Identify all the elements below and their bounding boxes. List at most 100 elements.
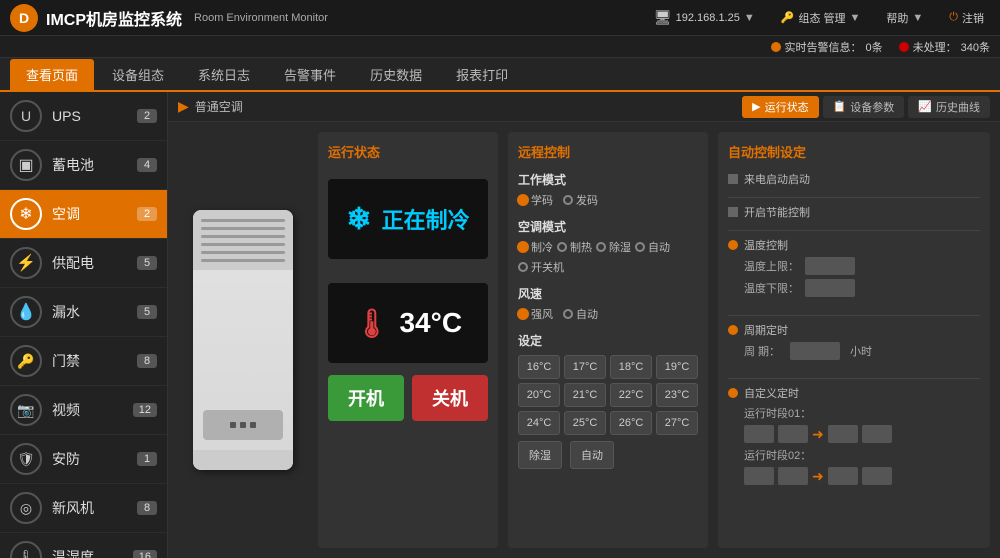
power-dist-icon: ⚡ <box>10 247 42 279</box>
ac-mode-onoff[interactable]: 开关机 <box>518 259 564 275</box>
view-tab-status[interactable]: ▶ 运行状态 <box>742 96 818 118</box>
logo-letter: D <box>19 10 29 26</box>
remote-control-panel: 远程控制 工作模式 学码 发码 <box>508 132 708 548</box>
ac-grille <box>193 210 293 270</box>
sidebar-item-access[interactable]: 🔑 门禁 8 <box>0 337 167 386</box>
tab-devices[interactable]: 设备组态 <box>96 59 180 90</box>
sidebar-badge-humidity: 16 <box>133 550 157 558</box>
thermometer-icon: 🌡 <box>354 307 390 340</box>
temp-btn-26[interactable]: 26°C <box>610 411 652 435</box>
help-button[interactable]: 帮助 ▼ <box>880 8 929 28</box>
grille-line-6 <box>201 259 285 262</box>
tab-syslog[interactable]: 系统日志 <box>182 59 266 90</box>
power-on-label: 来电启动启动 <box>744 171 810 187</box>
slot2-end-min[interactable] <box>862 467 892 485</box>
slot1-end-hour[interactable] <box>828 425 858 443</box>
tab-report[interactable]: 报表打印 <box>440 59 524 90</box>
video-icon: 📷 <box>10 394 42 426</box>
ac-mode-auto[interactable]: 自动 <box>635 239 670 255</box>
work-mode-title: 工作模式 <box>518 171 698 188</box>
alert-bar: 实时告警信息： 0条 未处理： 340条 <box>0 36 1000 58</box>
sidebar-item-video[interactable]: 📷 视频 12 <box>0 386 167 435</box>
breadcrumb-text: 普通空调 <box>195 98 243 115</box>
power-off-button[interactable]: 关机 <box>412 375 488 421</box>
group-button[interactable]: 🔑 组态 管理 ▼ <box>775 8 867 28</box>
power-on-checkbox[interactable] <box>728 174 738 184</box>
week-label: 周 期： <box>744 343 784 359</box>
slot1-start-min[interactable] <box>778 425 808 443</box>
ac-mode-auto-label: 自动 <box>648 239 670 255</box>
btn-dehumid[interactable]: 除湿 <box>518 441 562 469</box>
ip-dropdown-icon: ▼ <box>744 12 755 24</box>
sidebar-item-freshair[interactable]: ◎ 新风机 8 <box>0 484 167 533</box>
ups-icon: U <box>10 100 42 132</box>
power-on-row: 来电启动启动 <box>728 171 980 187</box>
sidebar-badge-power: 5 <box>137 256 157 270</box>
slot1-end-min[interactable] <box>862 425 892 443</box>
view-tab-params[interactable]: 📋 设备参数 <box>823 96 905 118</box>
auto-panel-title: 自动控制设定 <box>728 142 980 161</box>
ac-dot-3 <box>250 422 256 428</box>
sidebar-label-ac: 空调 <box>52 204 127 224</box>
wind-title: 风速 <box>518 285 698 302</box>
logout-button[interactable]: ⏻ 注销 <box>943 8 990 28</box>
wind-strong[interactable]: 强风 <box>518 306 553 322</box>
sidebar-badge-video: 12 <box>133 403 157 417</box>
tab-alarms[interactable]: 告警事件 <box>268 59 352 90</box>
temp-btn-24[interactable]: 24°C <box>518 411 560 435</box>
temp-btn-16[interactable]: 16°C <box>518 355 560 379</box>
temp-btn-18[interactable]: 18°C <box>610 355 652 379</box>
sidebar-item-ups[interactable]: U UPS 2 <box>0 92 167 141</box>
sidebar-item-power[interactable]: ⚡ 供配电 5 <box>0 239 167 288</box>
temp-btn-22[interactable]: 22°C <box>610 383 652 407</box>
energy-save-checkbox[interactable] <box>728 207 738 217</box>
err-icon <box>899 42 909 52</box>
sidebar-label-battery: 蓄电池 <box>52 155 127 175</box>
temp-btn-25[interactable]: 25°C <box>564 411 606 435</box>
freshair-icon: ◎ <box>10 492 42 524</box>
sidebar-item-leak[interactable]: 💧 漏水 5 <box>0 288 167 337</box>
view-tab-histcurve[interactable]: 📈 历史曲线 <box>908 96 990 118</box>
ip-button[interactable]: 🖥 192.168.1.25 ▼ <box>648 7 761 28</box>
ac-mode-dehumid[interactable]: 除湿 <box>596 239 631 255</box>
temp-btn-19[interactable]: 19°C <box>656 355 698 379</box>
slot2-start-hour[interactable] <box>744 467 774 485</box>
ac-mode-cool[interactable]: 制冷 <box>518 239 553 255</box>
ac-mode-dehumid-label: 除湿 <box>609 239 631 255</box>
sidebar-item-ac[interactable]: ❄ 空调 2 <box>0 190 167 239</box>
temp-control-row: 温度控制 <box>728 237 980 253</box>
grille-line-5 <box>201 251 285 254</box>
custom-row: 自定义定时 <box>728 385 980 401</box>
realtime-label: 实时告警信息： <box>785 39 862 55</box>
temp-lower-input[interactable] <box>805 279 855 297</box>
work-mode-xueqi[interactable]: 学码 <box>518 192 553 208</box>
temp-btn-20[interactable]: 20°C <box>518 383 560 407</box>
work-mode-xueqi-radio <box>518 195 528 205</box>
sidebar-badge-ups: 2 <box>137 109 157 123</box>
sidebar-item-battery[interactable]: ▣ 蓄电池 4 <box>0 141 167 190</box>
tab-history[interactable]: 历史数据 <box>354 59 438 90</box>
btn-auto[interactable]: 自动 <box>570 441 614 469</box>
temp-upper-input[interactable] <box>805 257 855 275</box>
temp-btn-17[interactable]: 17°C <box>564 355 606 379</box>
temp-btn-21[interactable]: 21°C <box>564 383 606 407</box>
slot2-end-hour[interactable] <box>828 467 858 485</box>
sidebar-item-security[interactable]: 🛡 安防 1 <box>0 435 167 484</box>
slot1-start-hour[interactable] <box>744 425 774 443</box>
slot2-start-min[interactable] <box>778 467 808 485</box>
sidebar-badge-freshair: 8 <box>137 501 157 515</box>
sidebar-item-humidity[interactable]: 🌡 温湿度 16 <box>0 533 167 558</box>
params-tab-label: 设备参数 <box>850 99 894 115</box>
sidebar-label-access: 门禁 <box>52 351 127 371</box>
temp-btn-27[interactable]: 27°C <box>656 411 698 435</box>
wind-auto[interactable]: 自动 <box>563 306 598 322</box>
power-on-button[interactable]: 开机 <box>328 375 404 421</box>
week-input[interactable] <box>790 342 840 360</box>
temp-btn-23[interactable]: 23°C <box>656 383 698 407</box>
work-mode-faqi[interactable]: 发码 <box>563 192 598 208</box>
help-label: 帮助 <box>886 10 908 26</box>
ac-mode-heat[interactable]: 制热 <box>557 239 592 255</box>
ac-unit-image <box>193 210 293 470</box>
tab-view[interactable]: 查看页面 <box>10 59 94 90</box>
wind-auto-radio <box>563 309 573 319</box>
